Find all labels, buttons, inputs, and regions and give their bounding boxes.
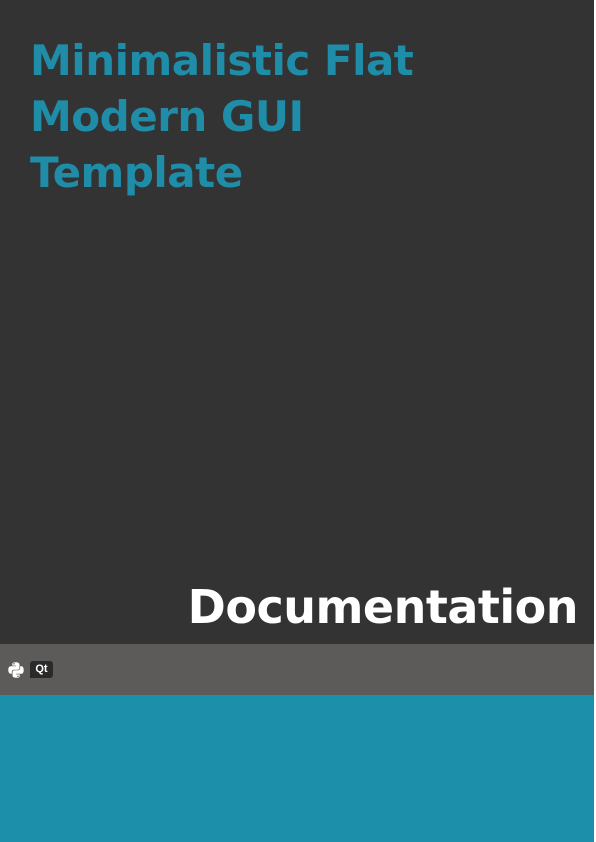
python-logo-icon — [8, 662, 24, 678]
title-line-3: Template — [30, 148, 243, 197]
document-cover: Minimalistic Flat Modern GUI Template Do… — [0, 0, 594, 842]
logo-band: Qt — [0, 644, 594, 695]
title-line-2: Modern GUI — [30, 92, 304, 141]
document-subtitle: Documentation — [187, 580, 579, 634]
title-line-1: Minimalistic Flat — [30, 36, 414, 85]
cover-dark-panel: Minimalistic Flat Modern GUI Template Do… — [0, 0, 594, 644]
cover-bottom-band — [0, 695, 594, 842]
qt-logo: Qt — [30, 661, 53, 678]
document-title: Minimalistic Flat Modern GUI Template — [30, 33, 470, 201]
